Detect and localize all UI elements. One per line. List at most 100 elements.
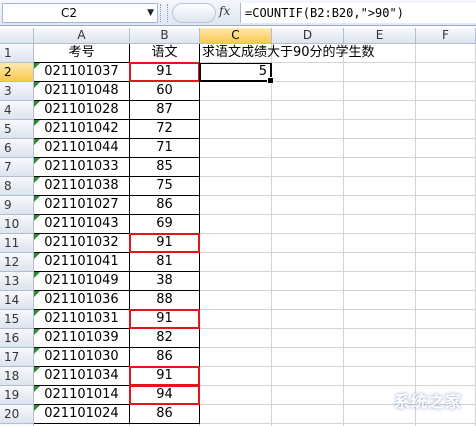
- cell-e14[interactable]: [344, 291, 416, 310]
- cell-e8[interactable]: [344, 177, 416, 196]
- cell-c5[interactable]: [200, 120, 272, 139]
- cell-a19[interactable]: 021101014: [34, 386, 130, 405]
- cell-e13[interactable]: [344, 272, 416, 291]
- cell-f18[interactable]: [416, 367, 476, 386]
- cell-c13[interactable]: [200, 272, 272, 291]
- cell-a5[interactable]: 021101042: [34, 120, 130, 139]
- insert-function-icon[interactable]: fx: [219, 4, 230, 18]
- cell-e5[interactable]: [344, 120, 416, 139]
- cell-d15[interactable]: [272, 310, 344, 329]
- cell-f16[interactable]: [416, 329, 476, 348]
- cell-b6[interactable]: 71: [130, 139, 200, 158]
- cell-a13[interactable]: 021101049: [34, 272, 130, 291]
- cell-f11[interactable]: [416, 234, 476, 253]
- cell-a4[interactable]: 021101028: [34, 101, 130, 120]
- row-header-10[interactable]: 10: [0, 215, 34, 234]
- cell-b2[interactable]: 91: [130, 63, 200, 82]
- cell-e15[interactable]: [344, 310, 416, 329]
- select-all-corner[interactable]: [0, 28, 34, 44]
- cell-a8[interactable]: 021101038: [34, 177, 130, 196]
- cell-c1[interactable]: 求语文成绩大于90分的学生数: [200, 44, 375, 63]
- row-header-8[interactable]: 8: [0, 177, 34, 196]
- row-header-20[interactable]: 20: [0, 405, 34, 424]
- cell-b13[interactable]: 38: [130, 272, 200, 291]
- cell-a20[interactable]: 021101024: [34, 405, 130, 424]
- column-header-d[interactable]: D: [272, 28, 344, 44]
- cell-c4[interactable]: [200, 101, 272, 120]
- cell-a11[interactable]: 021101032: [34, 234, 130, 253]
- cell-e3[interactable]: [344, 82, 416, 101]
- row-header-13[interactable]: 13: [0, 272, 34, 291]
- cell-b9[interactable]: 86: [130, 196, 200, 215]
- cell-f14[interactable]: [416, 291, 476, 310]
- cell-e16[interactable]: [344, 329, 416, 348]
- cell-f1[interactable]: [416, 44, 476, 63]
- cell-e17[interactable]: [344, 348, 416, 367]
- formula-bar-control[interactable]: [172, 3, 216, 23]
- cell-f3[interactable]: [416, 82, 476, 101]
- cell-d5[interactable]: [272, 120, 344, 139]
- cell-c20[interactable]: [200, 405, 272, 424]
- cell-d17[interactable]: [272, 348, 344, 367]
- cell-b20[interactable]: 86: [130, 405, 200, 424]
- cell-e12[interactable]: [344, 253, 416, 272]
- name-box[interactable]: C2 ▼: [2, 3, 158, 23]
- cell-e9[interactable]: [344, 196, 416, 215]
- cell-a15[interactable]: 021101031: [34, 310, 130, 329]
- cell-e10[interactable]: [344, 215, 416, 234]
- cell-f13[interactable]: [416, 272, 476, 291]
- cell-b10[interactable]: 69: [130, 215, 200, 234]
- column-header-f[interactable]: F: [416, 28, 476, 44]
- row-header-18[interactable]: 18: [0, 367, 34, 386]
- cell-b1[interactable]: 语文: [130, 44, 200, 63]
- cell-c18[interactable]: [200, 367, 272, 386]
- cell-b3[interactable]: 60: [130, 82, 200, 101]
- cell-c10[interactable]: [200, 215, 272, 234]
- row-header-17[interactable]: 17: [0, 348, 34, 367]
- cell-a3[interactable]: 021101048: [34, 82, 130, 101]
- row-header-3[interactable]: 3: [0, 82, 34, 101]
- row-header-9[interactable]: 9: [0, 196, 34, 215]
- cell-d3[interactable]: [272, 82, 344, 101]
- cell-b11[interactable]: 91: [130, 234, 200, 253]
- cell-d6[interactable]: [272, 139, 344, 158]
- cell-c19[interactable]: [200, 386, 272, 405]
- cell-f9[interactable]: [416, 196, 476, 215]
- cell-f12[interactable]: [416, 253, 476, 272]
- cell-e18[interactable]: [344, 367, 416, 386]
- cell-f8[interactable]: [416, 177, 476, 196]
- row-header-6[interactable]: 6: [0, 139, 34, 158]
- cell-e2[interactable]: [344, 63, 416, 82]
- row-header-14[interactable]: 14: [0, 291, 34, 310]
- cell-d16[interactable]: [272, 329, 344, 348]
- cell-f6[interactable]: [416, 139, 476, 158]
- cell-d14[interactable]: [272, 291, 344, 310]
- cell-f17[interactable]: [416, 348, 476, 367]
- cell-d4[interactable]: [272, 101, 344, 120]
- cell-e4[interactable]: [344, 101, 416, 120]
- cell-c3[interactable]: [200, 82, 272, 101]
- cell-b19[interactable]: 94: [130, 386, 200, 405]
- chevron-down-icon[interactable]: ▼: [147, 4, 154, 22]
- cell-a6[interactable]: 021101044: [34, 139, 130, 158]
- cell-c9[interactable]: [200, 196, 272, 215]
- cell-d13[interactable]: [272, 272, 344, 291]
- cell-c14[interactable]: [200, 291, 272, 310]
- cell-d7[interactable]: [272, 158, 344, 177]
- cell-c7[interactable]: [200, 158, 272, 177]
- cell-c15[interactable]: [200, 310, 272, 329]
- row-header-15[interactable]: 15: [0, 310, 34, 329]
- cell-e7[interactable]: [344, 158, 416, 177]
- cell-a1[interactable]: 考号: [34, 44, 130, 63]
- cell-b4[interactable]: 87: [130, 101, 200, 120]
- cell-b7[interactable]: 85: [130, 158, 200, 177]
- cell-b14[interactable]: 88: [130, 291, 200, 310]
- row-header-19[interactable]: 19: [0, 386, 34, 405]
- cell-a12[interactable]: 021101041: [34, 253, 130, 272]
- row-header-4[interactable]: 4: [0, 101, 34, 120]
- column-header-e[interactable]: E: [344, 28, 416, 44]
- cell-c16[interactable]: [200, 329, 272, 348]
- cell-c8[interactable]: [200, 177, 272, 196]
- row-header-2[interactable]: 2: [0, 63, 34, 82]
- cell-b5[interactable]: 72: [130, 120, 200, 139]
